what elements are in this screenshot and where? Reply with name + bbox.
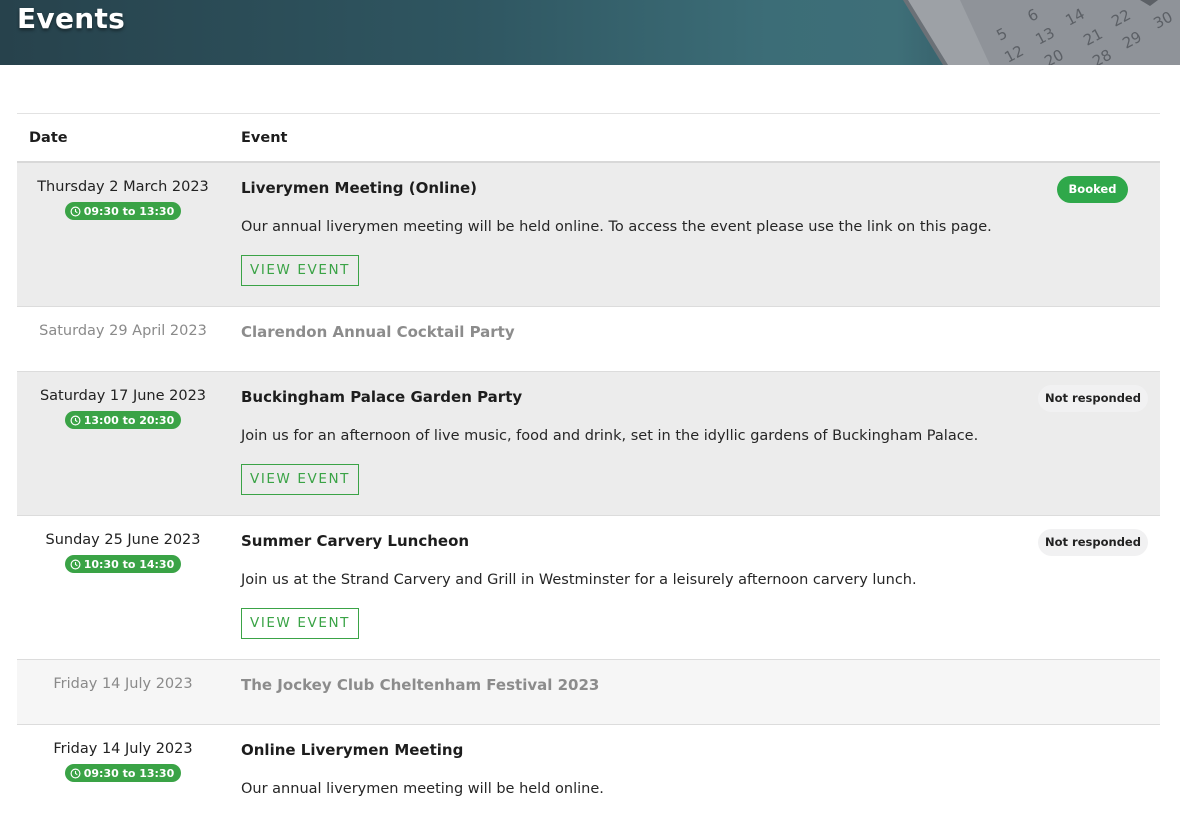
clock-icon <box>70 768 81 778</box>
event-title[interactable]: Liverymen Meeting (Online) <box>241 179 1160 197</box>
table-header: Date Event <box>17 113 1160 163</box>
time-badge: 10:30 to 14:30 <box>64 555 182 573</box>
time-range: 09:30 to 13:30 <box>83 204 175 218</box>
clock-icon <box>70 415 81 425</box>
event-date-cell: Sunday 25 June 2023 10:30 to 14:30 <box>17 532 229 574</box>
event-details: Online Liverymen Meeting Our annual live… <box>241 741 1160 797</box>
event-date: Friday 14 July 2023 <box>53 676 193 692</box>
clock-icon <box>70 206 81 216</box>
event-details: Clarendon Annual Cocktail Party <box>241 323 1160 341</box>
time-badge: 09:30 to 13:30 <box>64 764 182 782</box>
event-date-cell: Saturday 17 June 2023 13:00 to 20:30 <box>17 388 229 430</box>
table-row: Thursday 2 March 2023 09:30 to 13:30 Liv… <box>17 163 1160 307</box>
event-title[interactable]: Summer Carvery Luncheon <box>241 532 1160 550</box>
event-title[interactable]: The Jockey Club Cheltenham Festival 2023 <box>241 676 1160 694</box>
event-title[interactable]: Online Liverymen Meeting <box>241 741 1160 759</box>
time-range: 09:30 to 13:30 <box>83 766 175 780</box>
event-details: The Jockey Club Cheltenham Festival 2023 <box>241 676 1160 694</box>
events-table: Date Event Thursday 2 March 2023 09:30 t… <box>17 113 1160 815</box>
table-row: Saturday 29 April 2023 Clarendon Annual … <box>17 307 1160 372</box>
event-date-cell: Friday 14 July 2023 09:30 to 13:30 <box>17 741 229 783</box>
table-row: Sunday 25 June 2023 10:30 to 14:30 Summe… <box>17 516 1160 660</box>
event-description: Join us at the Strand Carvery and Grill … <box>241 572 917 588</box>
time-range: 10:30 to 14:30 <box>83 557 175 571</box>
time-range: 13:00 to 20:30 <box>83 413 175 427</box>
event-date: Sunday 25 June 2023 <box>45 532 201 548</box>
view-event-button[interactable]: VIEW EVENT <box>241 464 360 495</box>
view-event-button[interactable]: VIEW EVENT <box>241 608 360 639</box>
time-badge: 09:30 to 13:30 <box>64 202 182 220</box>
event-details: Buckingham Palace Garden Party Join us f… <box>241 388 1160 495</box>
table-row: Saturday 17 June 2023 13:00 to 20:30 Buc… <box>17 372 1160 516</box>
event-title[interactable]: Clarendon Annual Cocktail Party <box>241 323 1160 341</box>
table-row: Friday 14 July 2023 The Jockey Club Chel… <box>17 660 1160 725</box>
view-event-button[interactable]: VIEW EVENT <box>241 255 360 286</box>
clock-icon <box>70 559 81 569</box>
event-details: Summer Carvery Luncheon Join us at the S… <box>241 532 1160 639</box>
event-description: Our annual liverymen meeting will be hel… <box>241 781 604 797</box>
event-date: Friday 14 July 2023 <box>53 741 193 757</box>
event-details: Liverymen Meeting (Online) Our annual li… <box>241 179 1160 286</box>
event-date: Saturday 29 April 2023 <box>39 323 207 339</box>
event-description: Join us for an afternoon of live music, … <box>241 428 979 444</box>
status-badge: Booked <box>1057 176 1128 203</box>
page-banner: 5 6 12 13 14 20 21 22 28 29 30 Events <box>0 0 1180 65</box>
event-date: Saturday 17 June 2023 <box>39 388 207 404</box>
event-description: Our annual liverymen meeting will be hel… <box>241 219 992 235</box>
time-badge: 13:00 to 20:30 <box>64 411 182 429</box>
event-column-header: Event <box>241 130 288 146</box>
event-title[interactable]: Buckingham Palace Garden Party <box>241 388 1160 406</box>
event-date: Thursday 2 March 2023 <box>37 179 209 195</box>
event-date-cell: Friday 14 July 2023 <box>17 676 229 692</box>
event-date-cell: Saturday 29 April 2023 <box>17 323 229 339</box>
status-badge: Not responded <box>1038 529 1148 556</box>
calendar-graphic: 5 6 12 13 14 20 21 22 28 29 30 <box>903 0 1180 65</box>
page-title: Events <box>17 2 126 35</box>
event-date-cell: Thursday 2 March 2023 09:30 to 13:30 <box>17 179 229 221</box>
status-badge: Not responded <box>1038 385 1148 412</box>
date-column-header: Date <box>29 130 68 146</box>
